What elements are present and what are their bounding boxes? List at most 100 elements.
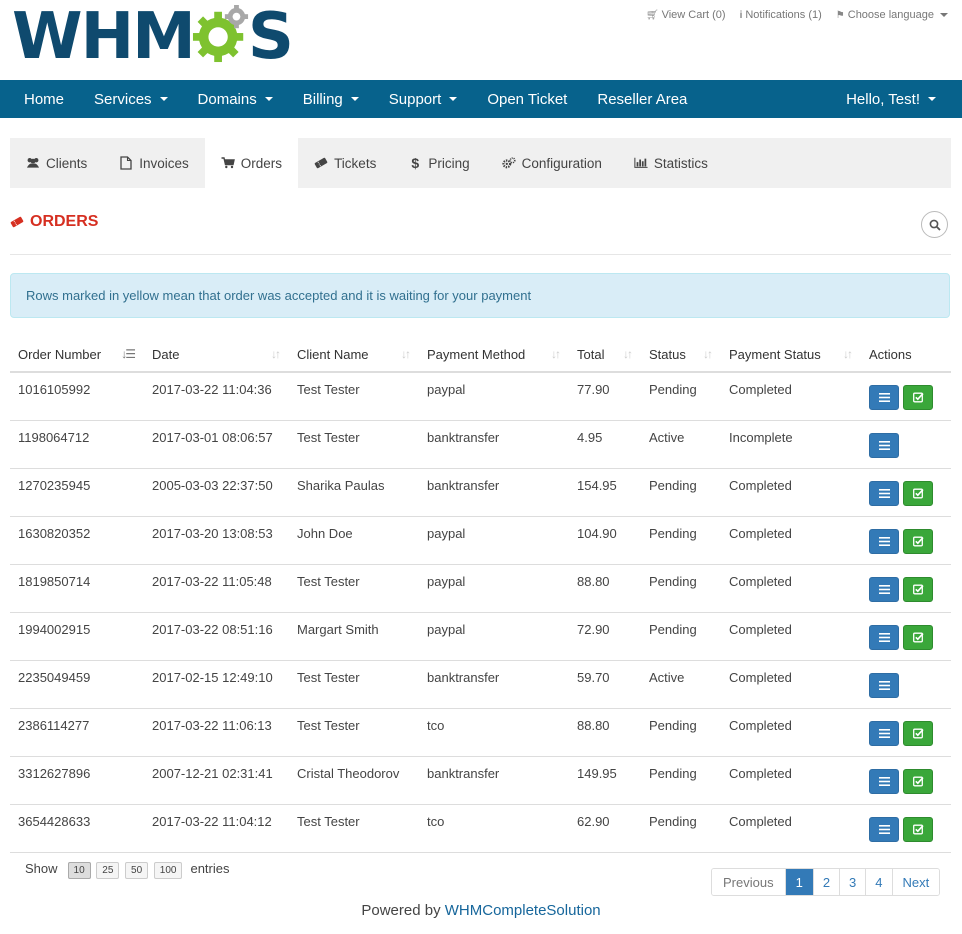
- list-icon: [878, 728, 890, 738]
- order-number-cell: 1270235945: [10, 468, 144, 517]
- client-name-cell: Test Tester: [289, 708, 419, 757]
- view-order-button[interactable]: [869, 672, 899, 698]
- column-label: Client Name: [297, 347, 369, 362]
- actions-cell: [861, 804, 951, 853]
- column-label: Actions: [869, 347, 912, 362]
- date-cell: 2017-03-22 11:04:36: [144, 372, 289, 421]
- column-header-date[interactable]: Date ↓↑: [144, 338, 289, 373]
- tab-invoices[interactable]: Invoices: [103, 138, 205, 188]
- sort-icon: ↓↑: [623, 347, 633, 361]
- view-order-button[interactable]: [869, 768, 899, 794]
- nav-label: Open Ticket: [487, 90, 568, 108]
- accept-order-button[interactable]: [903, 576, 933, 602]
- payment-method-cell: banktransfer: [419, 468, 569, 517]
- accept-order-button[interactable]: [903, 385, 933, 410]
- view-order-button[interactable]: [869, 720, 899, 746]
- payment-status-cell: Incomplete: [721, 420, 861, 469]
- nav-services[interactable]: Services: [79, 80, 183, 118]
- payment-status-cell: Completed: [721, 564, 861, 613]
- accept-order-button[interactable]: [903, 816, 933, 842]
- whmcs-logo[interactable]: WHM S: [12, 0, 294, 74]
- check-square-icon: [912, 584, 924, 594]
- file-icon: [120, 156, 132, 170]
- view-order-button[interactable]: [869, 576, 899, 602]
- view-order-button[interactable]: [869, 528, 899, 554]
- footer-link[interactable]: WHMCompleteSolution: [445, 902, 601, 919]
- view-order-button[interactable]: [869, 480, 899, 506]
- nav-domains[interactable]: Domains: [183, 80, 288, 118]
- column-label: Total: [577, 347, 605, 362]
- payment-method-cell: banktransfer: [419, 420, 569, 469]
- column-header-payment-status[interactable]: Payment Status ↓↑: [721, 338, 861, 373]
- client-name-cell: Margart Smith: [289, 612, 419, 661]
- row-actions: [869, 720, 943, 746]
- column-header-total[interactable]: Total ↓↑: [569, 338, 641, 373]
- pagination-page-1[interactable]: 1: [784, 869, 813, 895]
- tab-clients[interactable]: Clients: [10, 138, 103, 188]
- logo-text-left: WHM: [12, 0, 196, 74]
- accept-order-button[interactable]: [903, 528, 933, 554]
- check-square-icon: [912, 824, 924, 834]
- column-label: Status: [649, 347, 686, 362]
- tab-label: Pricing: [428, 155, 470, 171]
- pagination-page-3[interactable]: 3: [839, 869, 866, 895]
- tab-orders[interactable]: Orders: [204, 138, 299, 188]
- nav-home[interactable]: Home: [0, 80, 79, 118]
- view-order-button[interactable]: [869, 432, 899, 458]
- tab-pricing[interactable]: $ Pricing: [392, 138, 485, 188]
- view-order-button[interactable]: [869, 816, 899, 842]
- info-alert-text: Rows marked in yellow mean that order wa…: [26, 288, 532, 303]
- column-label: Order Number: [18, 347, 102, 362]
- date-cell: 2005-03-03 22:37:50: [144, 468, 289, 517]
- view-order-button[interactable]: [869, 385, 899, 410]
- view-cart-label: View Cart (0): [661, 9, 726, 21]
- date-cell: 2017-03-01 08:06:57: [144, 420, 289, 469]
- column-header-payment-method[interactable]: Payment Method ↓↑: [419, 338, 569, 373]
- payment-method-cell: paypal: [419, 372, 569, 421]
- pagination-previous[interactable]: Previous: [712, 869, 785, 895]
- pagination-page-4[interactable]: 4: [865, 869, 892, 895]
- status-cell: Pending: [641, 372, 721, 421]
- nav-user-menu[interactable]: Hello, Test!: [831, 80, 962, 118]
- nav-label: Domains: [197, 90, 257, 108]
- bar-chart-icon: [634, 157, 648, 168]
- check-square-icon: [912, 728, 924, 738]
- payment-method-cell: banktransfer: [419, 756, 569, 805]
- ticket-icon: [314, 157, 328, 169]
- notifications-link[interactable]: i Notifications (1): [740, 9, 822, 21]
- column-header-status[interactable]: Status ↓↑: [641, 338, 721, 373]
- column-header-order-number[interactable]: Order Number ↓☰: [10, 338, 144, 373]
- accept-order-button[interactable]: [903, 768, 933, 794]
- accept-order-button[interactable]: [903, 720, 933, 746]
- search-button[interactable]: [921, 211, 948, 238]
- tab-configuration[interactable]: Configuration: [486, 138, 618, 188]
- payment-status-cell: Completed: [721, 372, 861, 421]
- column-label: Payment Method: [427, 347, 526, 362]
- length-option-100[interactable]: 100: [153, 862, 183, 879]
- nav-support[interactable]: Support: [374, 80, 473, 118]
- accept-order-button[interactable]: [903, 624, 933, 650]
- status-cell: Pending: [641, 564, 721, 613]
- sort-icon: ↓↑: [551, 347, 561, 361]
- search-icon: [929, 219, 941, 231]
- accept-order-button[interactable]: [903, 480, 933, 506]
- length-option-10[interactable]: 10: [67, 862, 91, 879]
- table-row: 3654428633 2017-03-22 11:04:12 Test Tester…: [10, 804, 951, 853]
- column-header-client-name[interactable]: Client Name ↓↑: [289, 338, 419, 373]
- sort-icon: ↓↑: [843, 347, 853, 361]
- length-option-25[interactable]: 25: [96, 862, 120, 879]
- table-row: 3312627896 2007-12-21 02:31:41 Cristal The…: [10, 756, 951, 805]
- language-chooser[interactable]: ⚑ Choose language: [836, 9, 948, 21]
- tab-tickets[interactable]: Tickets: [298, 138, 392, 188]
- pagination-next[interactable]: Next: [891, 869, 940, 895]
- check-square-icon: [912, 392, 924, 403]
- nav-billing[interactable]: Billing: [288, 80, 374, 118]
- tab-statistics[interactable]: Statistics: [618, 138, 724, 188]
- view-order-button[interactable]: [869, 624, 899, 650]
- length-option-50[interactable]: 50: [125, 862, 149, 879]
- actions-cell: [861, 420, 951, 469]
- nav-reseller-area[interactable]: Reseller Area: [582, 80, 702, 118]
- pagination-page-2[interactable]: 2: [812, 869, 840, 895]
- nav-open-ticket[interactable]: Open Ticket: [472, 80, 582, 118]
- view-cart-link[interactable]: 🛒︎ View Cart (0): [646, 9, 726, 21]
